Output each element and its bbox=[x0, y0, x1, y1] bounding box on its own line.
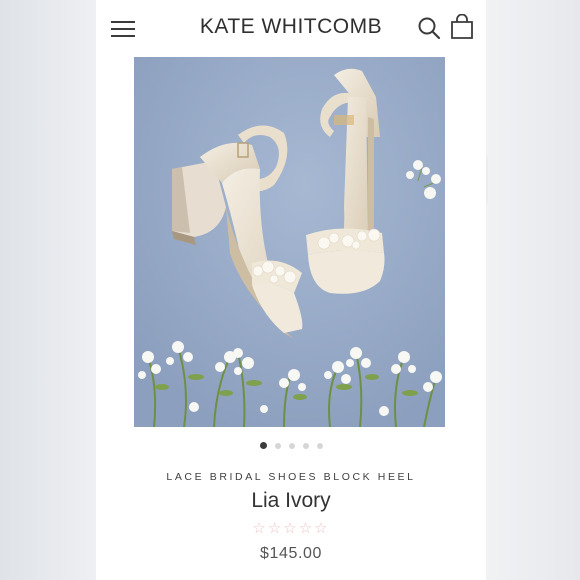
product-category: LACE BRIDAL SHOES BLOCK HEEL bbox=[166, 471, 416, 483]
carousel-dot-2[interactable] bbox=[274, 442, 281, 449]
site-header: KATE WHITCOMB bbox=[96, 0, 486, 58]
product-title: Lia Ivory bbox=[251, 489, 331, 512]
carousel-dots bbox=[96, 437, 486, 450]
carousel-dot-4[interactable] bbox=[302, 442, 309, 449]
page-background-right bbox=[484, 0, 580, 580]
product-price: $145.00 bbox=[259, 545, 323, 562]
carousel-dot-5[interactable] bbox=[316, 442, 323, 449]
product-image[interactable] bbox=[134, 57, 445, 427]
carousel-dot-3[interactable] bbox=[288, 442, 295, 449]
product-card: KATE WHITCOMB LACE BRIDAL SHOES BLOCK HE… bbox=[96, 0, 486, 580]
product-photo bbox=[134, 57, 445, 427]
search-icon[interactable] bbox=[417, 16, 441, 40]
carousel-dot-1[interactable] bbox=[259, 442, 267, 450]
hamburger-menu-icon[interactable] bbox=[111, 18, 135, 38]
star-rating[interactable]: ☆☆☆☆☆ bbox=[96, 519, 486, 537]
shopping-bag-icon[interactable] bbox=[450, 14, 474, 40]
brand-logo[interactable]: KATE WHITCOMB bbox=[156, 15, 426, 39]
page-background-left bbox=[0, 0, 96, 580]
